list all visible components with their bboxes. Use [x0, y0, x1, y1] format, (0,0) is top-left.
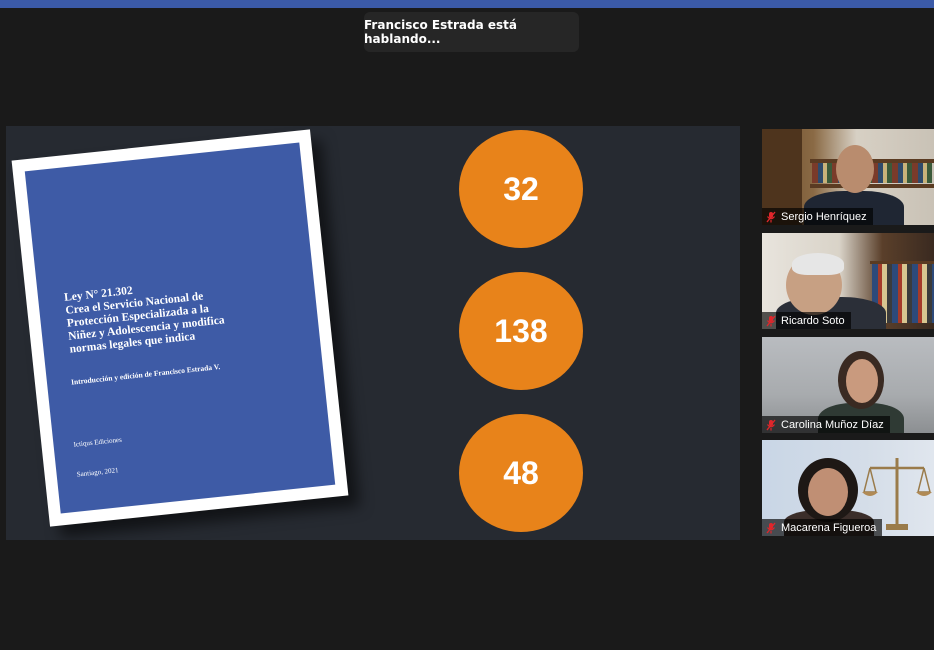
- participant-nameplate: Macarena Figueroa: [762, 519, 883, 536]
- shared-screen: Ley N° 21.302 Crea el Servicio Nacional …: [6, 126, 740, 540]
- document-title: Ley N° 21.302 Crea el Servicio Nacional …: [64, 268, 300, 357]
- participant-nameplate: Sergio Henríquez: [762, 208, 873, 225]
- stat-circle: 32: [459, 130, 583, 248]
- shelf-board: [810, 184, 934, 188]
- stat-circle: 138: [459, 272, 583, 390]
- muted-microphone-icon: [766, 211, 776, 222]
- participant-video-tile[interactable]: Carolina Muñoz Díaz: [762, 337, 934, 433]
- stat-value: 32: [503, 170, 539, 207]
- participant-name: Carolina Muñoz Díaz: [781, 418, 884, 431]
- document-cover: Ley N° 21.302 Crea el Servicio Nacional …: [11, 129, 349, 527]
- active-speaker-text: Francisco Estrada está hablando...: [364, 18, 517, 46]
- participant-nameplate: Carolina Muñoz Díaz: [762, 416, 890, 433]
- participant-nameplate: Ricardo Soto: [762, 312, 851, 329]
- participant-video-tile[interactable]: Ricardo Soto: [762, 233, 934, 329]
- stat-circle: 48: [459, 414, 583, 532]
- participant-face: [846, 359, 878, 403]
- active-speaker-banner: Francisco Estrada está hablando...: [364, 12, 579, 52]
- stat-value: 48: [503, 454, 539, 491]
- participant-name: Macarena Figueroa: [781, 521, 877, 534]
- participant-video-tile[interactable]: Sergio Henríquez: [762, 129, 934, 225]
- participant-face: [836, 145, 874, 193]
- document-cover-inner: Ley N° 21.302 Crea el Servicio Nacional …: [24, 142, 336, 514]
- participant-video-tile[interactable]: Macarena Figueroa: [762, 440, 934, 536]
- shelf-board: [870, 261, 934, 264]
- participant-name: Sergio Henríquez: [781, 210, 867, 223]
- muted-microphone-icon: [766, 419, 776, 430]
- participant-face: [808, 468, 848, 516]
- participant-name: Ricardo Soto: [781, 314, 845, 327]
- stat-value: 138: [494, 312, 548, 349]
- muted-microphone-icon: [766, 522, 776, 533]
- document-edition: Introducción y edición de Francisco Estr…: [70, 362, 221, 387]
- participant-hair: [792, 253, 844, 275]
- muted-microphone-icon: [766, 315, 776, 326]
- document-publisher: Ictiqus Ediciones: [73, 435, 123, 449]
- document-place-year: Santiago, 2021: [76, 466, 119, 479]
- window-top-bar: [0, 0, 934, 8]
